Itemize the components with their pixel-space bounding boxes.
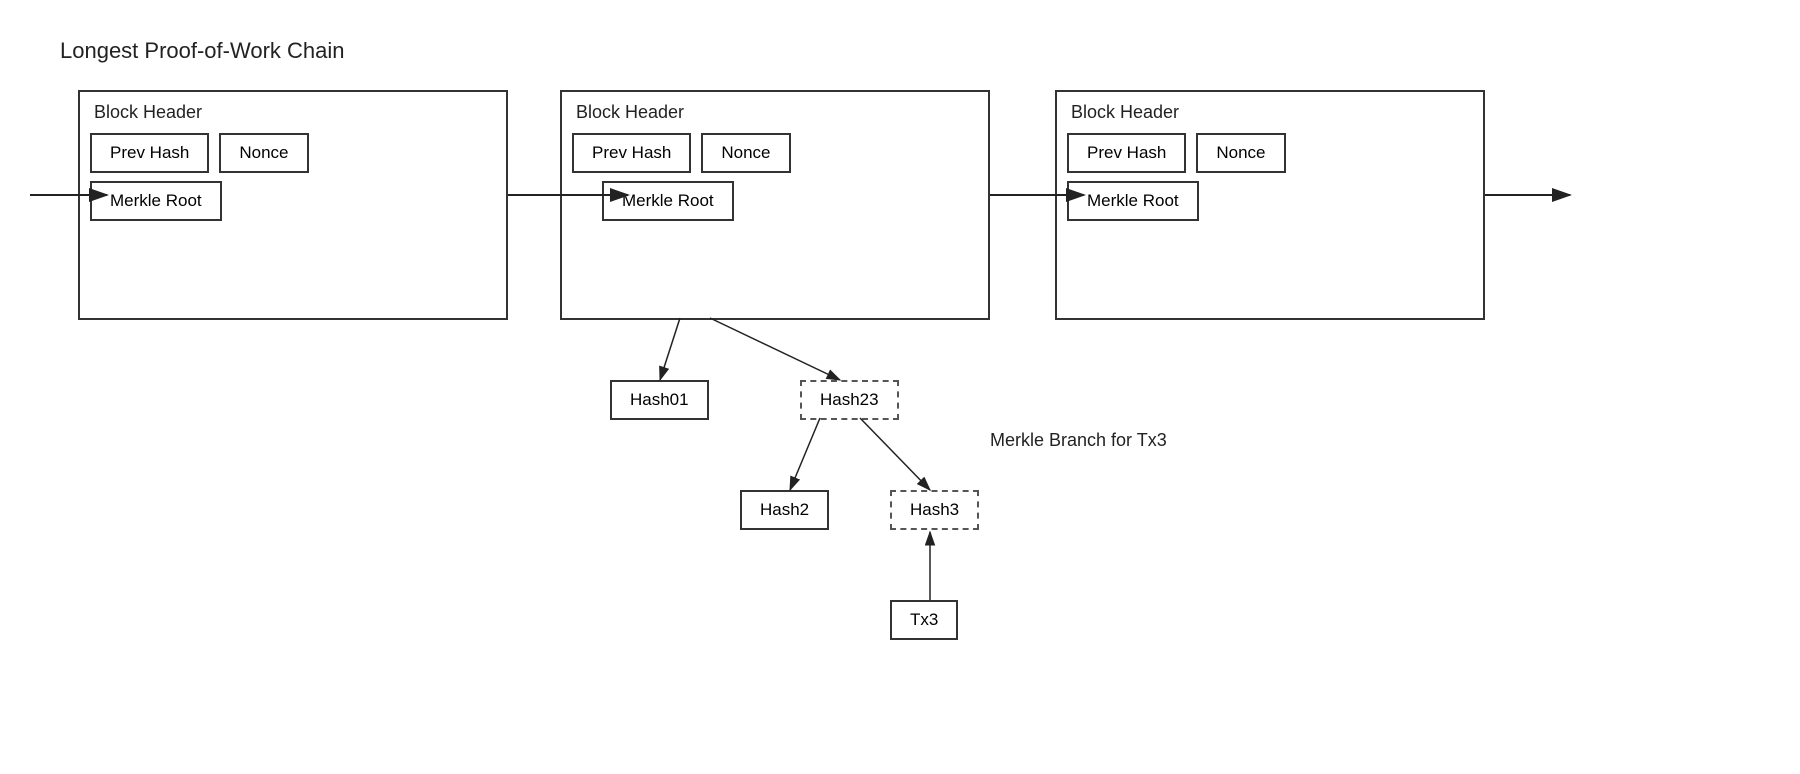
block3-label: Block Header (1071, 102, 1469, 123)
block2-prev-hash: Prev Hash (572, 133, 691, 173)
hash01: Hash01 (610, 380, 709, 420)
block3-merkle-root: Merkle Root (1067, 181, 1199, 221)
block1: Block Header Prev Hash Nonce Merkle Root (78, 90, 508, 320)
block1-prev-hash: Prev Hash (90, 133, 209, 173)
block3-nonce: Nonce (1196, 133, 1285, 173)
hash3: Hash3 (890, 490, 979, 530)
block2-nonce: Nonce (701, 133, 790, 173)
page-title: Longest Proof-of-Work Chain (60, 38, 345, 64)
hash2: Hash2 (740, 490, 829, 530)
block1-label: Block Header (94, 102, 492, 123)
block2: Block Header Prev Hash Nonce Merkle Root (560, 90, 990, 320)
block3-prev-hash: Prev Hash (1067, 133, 1186, 173)
block1-nonce: Nonce (219, 133, 308, 173)
block2-merkle-root: Merkle Root (602, 181, 734, 221)
block2-label: Block Header (576, 102, 974, 123)
block3: Block Header Prev Hash Nonce Merkle Root (1055, 90, 1485, 320)
merkle-branch-label: Merkle Branch for Tx3 (990, 430, 1167, 451)
tx3: Tx3 (890, 600, 958, 640)
block1-merkle-root: Merkle Root (90, 181, 222, 221)
hash23: Hash23 (800, 380, 899, 420)
